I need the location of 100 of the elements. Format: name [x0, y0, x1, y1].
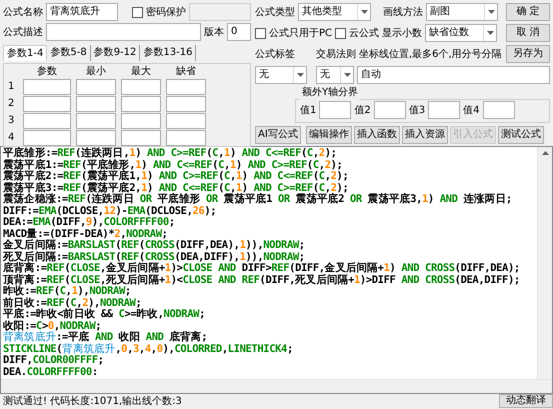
tag-dropdown[interactable]: 无: [255, 66, 307, 84]
ok-button[interactable]: 确 定: [506, 3, 550, 21]
param-field[interactable]: [121, 113, 161, 129]
param-field[interactable]: [121, 79, 161, 95]
decimals-label: 显示小数: [382, 26, 422, 40]
code-line: 震荡平底3:=REF(震荡平底2,1) AND C<=REF(C,1) AND C>=REF(C,2);: [3, 182, 350, 194]
value-label: 值4: [463, 104, 480, 118]
trade-rule-dropdown[interactable]: 无: [316, 66, 354, 84]
type-dropdown[interactable]: 其他类型: [298, 3, 371, 21]
code-line: 震荡平底2:=REF(震荡平底1,1) AND C>=REF(C,1) AND C<=REF(C,2);: [3, 171, 350, 182]
column-header: 缺省: [175, 66, 197, 78]
caret-icon: [360, 10, 368, 14]
code-line: DIFF,COLOR00FFFF;: [3, 355, 105, 366]
value-field[interactable]: [428, 101, 460, 119]
edit-button[interactable]: 编辑操作: [306, 126, 352, 144]
param-field[interactable]: [166, 96, 206, 112]
draw-method-dropdown[interactable]: 副图: [426, 3, 498, 21]
password-label: 密码保护: [146, 6, 186, 20]
cloud-checkbox[interactable]: [335, 28, 346, 38]
param-field[interactable]: [23, 113, 71, 129]
code-line: 平底:=昨收<前日收 && C>=昨收,NODRAW;: [3, 309, 206, 320]
cancel-button[interactable]: 取 消: [506, 24, 550, 42]
value-label: 值3: [408, 104, 426, 118]
insert-resource-button[interactable]: 插入资源: [402, 126, 448, 144]
password-field[interactable]: [189, 3, 251, 21]
code-line: 金叉后间隔:=BARSLAST(REF(CROSS(DIFF,DEA),1)),NODRAW;: [3, 240, 306, 251]
value-label: 值2: [354, 104, 371, 118]
code-line: DIFF:=EMA(DCLOSE,12)-EMA(DCLOSE,26);: [3, 206, 218, 217]
pc-only-label: 公式只用于PC: [269, 26, 332, 40]
column-header: 最大: [130, 66, 152, 78]
param-field[interactable]: [121, 96, 161, 112]
code-line: STICKLINE(背离筑底升,0,3,4,0),COLORRED,LINETHICK4;: [3, 344, 294, 355]
caret-icon: [486, 31, 494, 35]
row-number: 3: [8, 114, 16, 128]
param-field[interactable]: [23, 79, 71, 95]
param-field[interactable]: [166, 113, 206, 129]
code-line: 背离筑底升:=平底 AND 收阳 AND 底背离;: [3, 332, 208, 343]
value-field[interactable]: [482, 101, 514, 119]
code-editor[interactable]: [0, 146, 553, 394]
row-number: 1: [8, 80, 16, 94]
code-line: 平底雏形:=REF(连跌两日,1) AND C>=REF(C,1) AND C<=REF(C,2);: [3, 148, 338, 159]
params-tab[interactable]: 参数1-4: [3, 45, 48, 61]
param-field[interactable]: [76, 96, 116, 112]
code-line: DEA.COLORFFFF00:: [3, 366, 99, 378]
decimals-dropdown[interactable]: 缺省位数: [425, 24, 498, 42]
cloud-label: 云公式: [349, 26, 380, 40]
column-header: 参数: [36, 66, 58, 78]
code-line: 死叉后间隔:=BARSLAST(REF(CROSS(DEA,DIFF),1)),NODRAW;: [3, 252, 306, 262]
code-line: MACD量:=(DIFF-DEA)*2,NODRAW;: [3, 228, 169, 240]
save-as-button[interactable]: 另存为: [506, 45, 550, 63]
params-tab[interactable]: 参数9-12: [90, 45, 140, 61]
value-label: 值1: [300, 104, 316, 118]
params-tab[interactable]: 参数13-16: [140, 45, 196, 61]
param-field[interactable]: [23, 130, 71, 146]
status-text: 测试通过! 代码长度:1071,输出线个数:3: [3, 394, 182, 408]
caret-icon: [296, 73, 304, 77]
vertical-scrollbar[interactable]: [537, 147, 552, 379]
params-tab[interactable]: 参数5-8: [47, 45, 91, 61]
param-field[interactable]: [76, 130, 116, 146]
code-line: 前日收:=REF(C,2),NODRAW;: [3, 298, 142, 308]
horizontal-scrollbar[interactable]: [1, 379, 552, 393]
axis-label: 坐标线位置,最多6个,用分号分隔: [359, 48, 502, 62]
param-field[interactable]: [166, 130, 206, 146]
description-label: 公式描述: [3, 26, 43, 40]
param-field[interactable]: [23, 96, 71, 112]
tag-label: 公式标签: [255, 48, 296, 62]
insert-function-button[interactable]: 插入函数: [354, 126, 400, 144]
description-field[interactable]: [46, 23, 201, 41]
code-line: 顶背离:=REF(CLOSE,死叉后间隔+1)<CLOSE AND REF(DIFF,死叉后间隔+1)>DIFF AND CROSS(DEA,DIFF);: [3, 274, 521, 286]
code-line: 震荡平底1:=REF(平底雏形,1) AND C<=REF(C,1) AND C>=REF(C,2);: [3, 160, 344, 170]
scroll-up-icon[interactable]: [542, 151, 548, 155]
value-field[interactable]: [374, 101, 406, 119]
name-label: 公式名称: [3, 6, 43, 20]
trade-rule-label: 交易法则: [316, 48, 356, 62]
code-line: 昨收:=REF(C,1),NODRAW;: [3, 286, 132, 297]
param-field[interactable]: [166, 79, 206, 95]
param-field[interactable]: [76, 79, 116, 95]
version-label: 版本: [204, 26, 224, 40]
pc-only-checkbox[interactable]: [255, 28, 266, 38]
version-field[interactable]: 0: [227, 23, 251, 41]
ai-formula-button[interactable]: AI写公式: [255, 126, 301, 144]
code-line: 收阳:=C>0,NODRAW;: [3, 320, 102, 332]
caret-icon: [344, 73, 350, 77]
password-checkbox[interactable]: [132, 6, 143, 18]
row-number: 2: [8, 97, 16, 111]
row-number: 4: [8, 131, 16, 145]
param-field[interactable]: [76, 113, 116, 129]
name-field[interactable]: 背离筑底升: [46, 3, 118, 21]
code-line: DEA:=EMA(DIFF,9),COLORFFFF00;: [3, 217, 176, 228]
param-field[interactable]: [121, 130, 161, 146]
type-label: 公式类型: [255, 6, 295, 20]
test-formula-button[interactable]: 测试公式: [498, 126, 544, 144]
code-line: 底背离:=REF(CLOSE,金叉后间隔+1)>CLOSE AND DIFF>REF(DIFF,金叉后间隔+1) AND CROSS(DIFF,DEA);: [3, 263, 521, 274]
value-field[interactable]: [319, 101, 352, 119]
dynamic-translate-button[interactable]: 动态翻译: [499, 394, 553, 408]
code-line: 震荡企稳涨:=REF(连跌两日 OR 平底雏形 OR 震荡平底1 OR 震荡平底2 OR 震荡平底3,1) AND 连涨两日;: [3, 194, 513, 206]
draw-method-label: 画线方法: [383, 6, 423, 20]
column-header: 最小: [85, 66, 107, 78]
axis-field[interactable]: 自动: [357, 66, 550, 84]
caret-icon: [488, 10, 494, 14]
